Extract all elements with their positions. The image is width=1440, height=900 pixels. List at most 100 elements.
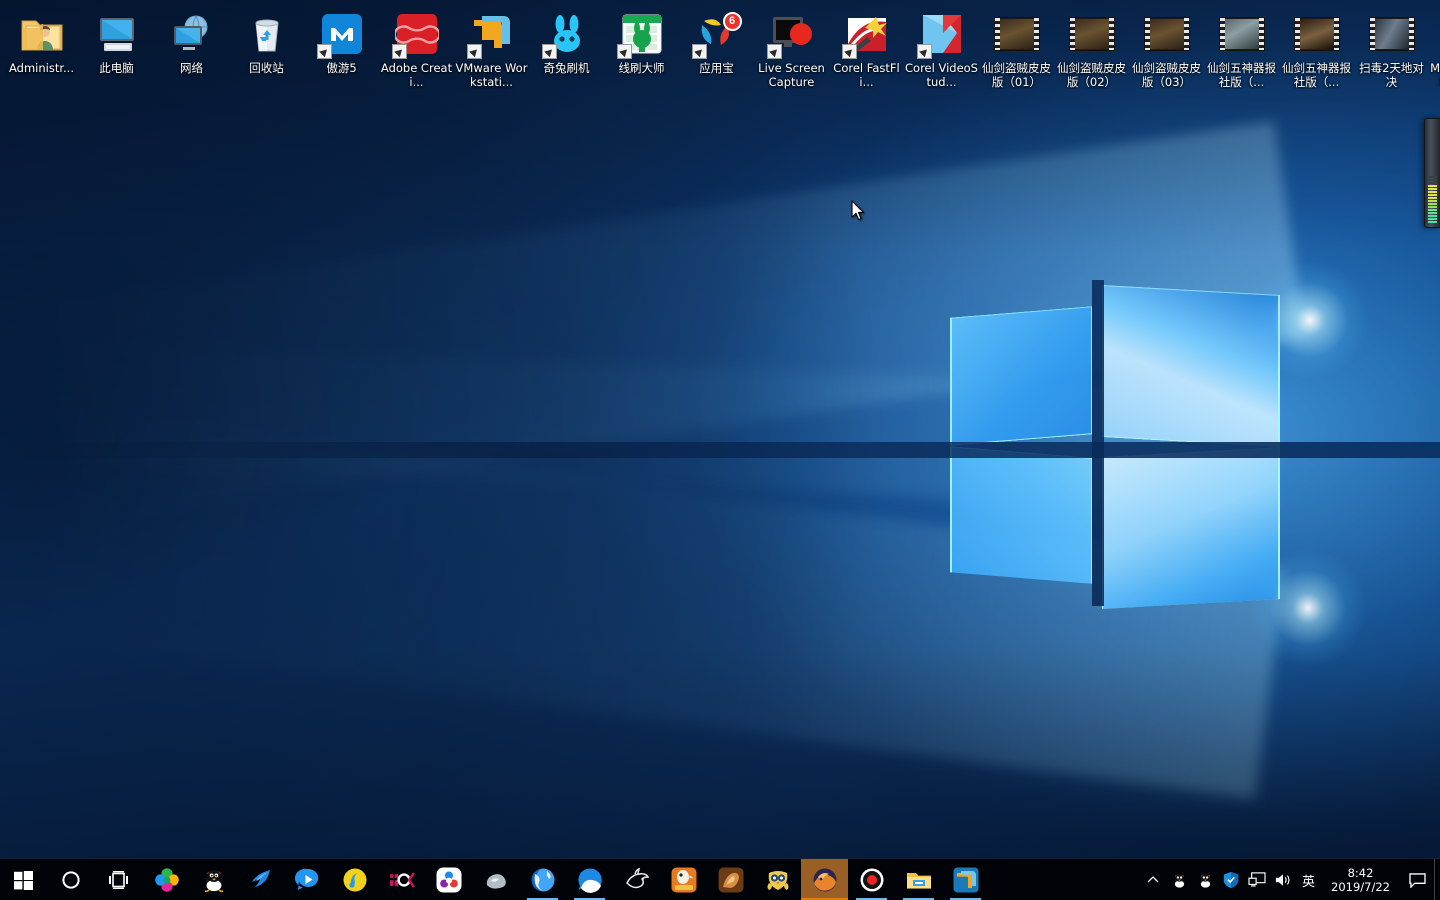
desktop-icon-maxthon[interactable]: 傲游5	[304, 4, 379, 109]
desktop-icon-corel-fastflick[interactable]: Corel FastFli...	[829, 4, 904, 109]
grey-stone-icon	[486, 874, 506, 889]
mouse-cursor	[851, 200, 864, 221]
desktop-icon-label: 此电脑	[99, 62, 134, 75]
qq-penguin-icon	[204, 870, 223, 893]
desktop-icon-label: 应用宝	[699, 62, 734, 75]
desktop-icon-adobe-cc[interactable]: Adobe Creati...	[379, 4, 454, 109]
taskbar-app-wps[interactable]	[143, 859, 190, 900]
tencent-video-icon	[294, 868, 318, 890]
adobe-creative-cloud-icon	[391, 10, 441, 59]
cortana-search-button[interactable]	[47, 859, 95, 900]
desktop-icon-qitu[interactable]: 奇兔刷机	[529, 4, 604, 109]
notification-icon	[1408, 872, 1426, 888]
clock-date: 2019/7/22	[1331, 880, 1390, 894]
desktop-icon-grid[interactable]: Administr... 此电脑 网络 回收站 傲游5 Adobe Creati…	[4, 4, 1440, 109]
clock-time: 8:42	[1347, 866, 1374, 880]
taskbar-app-swallow[interactable]	[237, 859, 284, 900]
system-tray[interactable]: 英 8:42 2019/7/22	[1140, 859, 1440, 900]
logo-pane-top-left	[950, 306, 1092, 446]
taskbar-app-qqlive[interactable]	[284, 859, 331, 900]
start-button[interactable]	[0, 859, 47, 900]
desktop-icon-label: 扫毒2天地对决	[1359, 62, 1424, 89]
taskbar-app-vmware[interactable]	[942, 859, 989, 900]
taskbar-app-stone[interactable]	[472, 859, 519, 900]
taskbar-app-8ok[interactable]	[378, 859, 425, 900]
taskbar-app-foxplayer[interactable]	[801, 859, 848, 900]
desktop-icon-video-saodu2[interactable]: 扫毒2天地对决	[1354, 4, 1429, 109]
chevron-up-icon	[1147, 876, 1159, 883]
desktop-icon-video-daozei-03[interactable]: 仙剑盗贼皮皮版（03）	[1129, 4, 1204, 109]
desktop-icon-label: Corel FastFli...	[833, 62, 900, 89]
logo-pane-bottom-left	[950, 446, 1092, 584]
taskbar-app-qqbrowser[interactable]	[566, 859, 613, 900]
owl-mascot-icon	[767, 871, 788, 890]
desktop-icon-recycle-bin[interactable]: 回收站	[229, 4, 304, 109]
desktop-icon-label: 仙剑盗贼皮皮版（03）	[1132, 62, 1201, 89]
desktop-icon-corel-videostudio[interactable]: Corel VideoStud...	[904, 4, 979, 109]
taskbar-app-game-brown[interactable]	[707, 859, 754, 900]
desktop-icon-label: Corel VideoStud...	[905, 62, 978, 89]
qq-penguin-icon	[1173, 873, 1185, 888]
desktop-icon-video-wushenqi-2[interactable]: 仙剑五神器报社版（...	[1279, 4, 1354, 109]
shortcut-overlay-icon	[466, 44, 482, 59]
desktop-icon-label: MAD：头文字D《复仇》	[1430, 62, 1440, 88]
taskbar-app-explorer[interactable]	[895, 859, 942, 900]
level-meter-gadget[interactable]	[1424, 118, 1440, 228]
taskbar-app-browser[interactable]	[519, 859, 566, 900]
shortcut-overlay-icon	[391, 44, 407, 59]
desktop-icon-video-daozei-02[interactable]: 仙剑盗贼皮皮版（02）	[1054, 4, 1129, 109]
desktop-root[interactable]: Administr... 此电脑 网络 回收站 傲游5 Adobe Creati…	[0, 0, 1440, 900]
taskbar-app-owl[interactable]	[754, 859, 801, 900]
desktop-icon-this-pc[interactable]: 此电脑	[79, 4, 154, 109]
wps-flower-icon	[154, 868, 179, 892]
tray-icon-qq-penguin-1[interactable]	[1166, 859, 1192, 900]
recycle-bin-icon	[243, 10, 291, 58]
action-center-button[interactable]	[1400, 859, 1434, 900]
desktop-icon-video-wushenqi-1[interactable]: 仙剑五神器报社版（...	[1204, 4, 1279, 109]
desktop-icon-label: 仙剑五神器报社版（...	[1282, 62, 1351, 89]
shortcut-overlay-icon	[616, 44, 632, 59]
taskbar-app-qq[interactable]	[190, 859, 237, 900]
desktop-icon-label: 回收站	[249, 62, 284, 75]
network-monitor-icon	[1248, 872, 1266, 887]
user-folder-icon	[18, 10, 66, 58]
desktop-icon-vmware[interactable]: VMware Workstati...	[454, 4, 529, 109]
kugou-music-icon	[343, 868, 366, 892]
taskbar-app-game-orange[interactable]	[660, 859, 707, 900]
speaker-icon	[1275, 874, 1290, 886]
desktop-icon-xianshua-master[interactable]: 线刷大师	[604, 4, 679, 109]
globe-browser-icon	[531, 868, 554, 892]
tray-icon-qq-penguin-2[interactable]	[1192, 859, 1218, 900]
desktop-icon-video-initial-d[interactable]: MAD：头文字D《复仇》	[1429, 4, 1440, 109]
task-view-icon	[109, 871, 128, 889]
tray-icon-network[interactable]	[1244, 859, 1270, 900]
corel-videostudio-icon	[916, 10, 966, 59]
taskbar-app-kugou[interactable]	[331, 859, 378, 900]
desktop-icon-label: Administr...	[9, 62, 74, 75]
task-view-button[interactable]	[95, 859, 143, 900]
taskbar[interactable]: 英 8:42 2019/7/22	[0, 858, 1440, 900]
tray-icon-volume[interactable]	[1270, 859, 1296, 900]
live-screen-capture-icon	[766, 10, 816, 59]
tray-icon-security-shield[interactable]	[1218, 859, 1244, 900]
taskbar-clock[interactable]: 8:42 2019/7/22	[1321, 859, 1400, 900]
wallpaper-window-logo	[0, 121, 1440, 800]
taskbar-app-dolphin[interactable]	[613, 859, 660, 900]
desktop-icon-video-daozei-01[interactable]: 仙剑盗贼皮皮版（01）	[979, 4, 1054, 109]
taskbar-app-netdisk[interactable]	[425, 859, 472, 900]
blue-swallow-icon	[251, 870, 270, 887]
ime-language-indicator[interactable]: 英	[1296, 859, 1321, 900]
desktop-icon-label: 奇兔刷机	[543, 62, 590, 75]
show-desktop-button[interactable]	[1434, 859, 1440, 900]
qq-penguin-icon	[1199, 873, 1211, 888]
taskbar-app-recorder[interactable]	[848, 859, 895, 900]
desktop-icon-label: Adobe Creati...	[380, 62, 453, 89]
qq-browser-icon	[577, 868, 602, 893]
tray-overflow-button[interactable]	[1140, 859, 1166, 900]
desktop-icon-yingyongbao[interactable]: 6 应用宝	[679, 4, 754, 109]
desktop-icon-administrator[interactable]: Administr...	[4, 4, 79, 109]
desktop-icon-live-screen-capture[interactable]: Live Screen Capture	[754, 4, 829, 109]
record-circle-icon	[860, 868, 883, 892]
desktop-icon-network[interactable]: 网络	[154, 4, 229, 109]
file-explorer-icon	[906, 873, 931, 889]
